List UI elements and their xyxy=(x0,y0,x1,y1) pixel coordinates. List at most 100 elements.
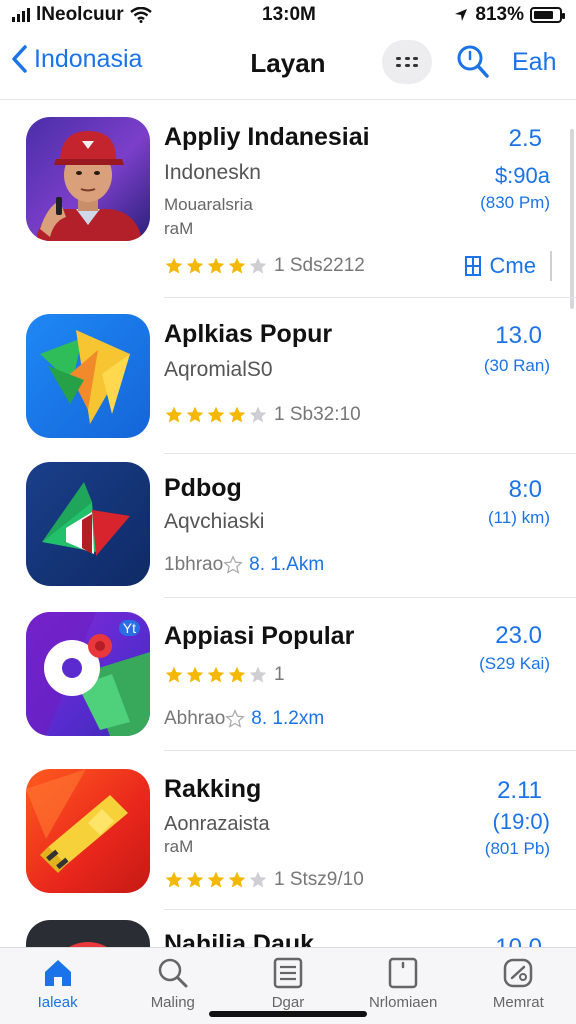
app-subtitle: Aqvchiaski xyxy=(164,510,265,533)
app-price: 8:0 xyxy=(508,476,542,503)
colorful-shape-icon xyxy=(26,314,150,438)
star-rating xyxy=(164,405,268,425)
list-icon xyxy=(273,957,303,989)
app-price: 13.0 xyxy=(495,322,542,349)
app-price-sub: (S29 Kai) xyxy=(479,654,550,673)
tool-icon xyxy=(26,769,150,893)
star-filled-icon xyxy=(186,871,204,888)
tab-label: Memrat xyxy=(492,994,544,1011)
battery-fill xyxy=(534,11,554,19)
star-filled-icon xyxy=(228,871,246,888)
star-filled-icon xyxy=(207,257,225,274)
app-price: 2.5 xyxy=(508,125,542,152)
star-filled-icon xyxy=(165,871,183,888)
get-button[interactable]: Cme xyxy=(464,251,552,281)
rating-count: 1 xyxy=(274,664,285,685)
tablet-icon xyxy=(388,957,418,989)
app-price: 10.0 xyxy=(495,934,542,947)
rating-count: 1 Stsz9/10 xyxy=(274,869,364,890)
star-rating xyxy=(164,870,268,890)
account-icon xyxy=(504,958,533,988)
star-filled-icon xyxy=(228,666,246,683)
search-icon xyxy=(457,45,489,78)
app-rating: 1bhrao 8. 1.Akm xyxy=(164,554,324,576)
star-outline-icon xyxy=(223,555,244,574)
clock: 13:0M xyxy=(262,4,316,25)
tab-account[interactable]: Memrat xyxy=(463,948,573,1024)
home-indicator[interactable] xyxy=(209,1011,367,1017)
app-distance-row: Abhrao 8. 1.2xm xyxy=(164,708,324,730)
search-button[interactable] xyxy=(456,44,490,85)
rating-count: 1 Sb32:10 xyxy=(274,404,361,425)
tab-label: Ialeak xyxy=(37,994,78,1011)
home-icon xyxy=(44,960,71,986)
rating-text: 1bhrao xyxy=(164,554,224,575)
star-filled-icon xyxy=(228,257,246,274)
app-developer: Mouaralsria xyxy=(164,195,253,214)
map-pin-icon: Yt xyxy=(26,612,150,736)
rating-text: Abhrao xyxy=(164,708,226,729)
app-price-sub2: (830 Pm) xyxy=(480,193,550,212)
wifi-icon xyxy=(129,7,152,23)
tab-label: Nrlomiaen xyxy=(368,994,438,1011)
star-filled-icon xyxy=(228,406,246,423)
app-name: Aplkias Popur xyxy=(164,320,333,348)
search-icon xyxy=(158,958,188,988)
more-button[interactable] xyxy=(382,40,432,84)
star-filled-icon xyxy=(186,257,204,274)
star-filled-icon xyxy=(186,666,204,683)
list-item[interactable]: Nahilja Dauk 10.0 xyxy=(0,910,576,947)
star-filled-icon xyxy=(207,871,225,888)
star-filled-icon xyxy=(186,406,204,423)
list-item[interactable]: Appliy Indanesiai Indoneskn Mouaralsria … xyxy=(0,101,576,298)
app-rating: 1 xyxy=(164,664,285,686)
app-rating: 1 Sb32:10 xyxy=(164,404,361,426)
app-price: 23.0 xyxy=(495,622,542,649)
app-name: Pdbog xyxy=(164,474,242,502)
app-subtitle: Aonrazaista xyxy=(164,813,270,835)
star-filled-icon xyxy=(207,406,225,423)
app-price-sub: (30 Ran) xyxy=(483,356,550,375)
star-empty-icon xyxy=(249,666,267,683)
rating-count: 1 Sds2212 xyxy=(274,255,365,276)
status-right: 813% xyxy=(453,4,565,26)
back-button[interactable]: Indonasia xyxy=(10,44,142,74)
app-rating: 1 Stsz9/10 xyxy=(164,869,364,891)
star-filled-icon xyxy=(207,666,225,683)
list-item[interactable]: Rakking Aonrazaista raM 1 Stsz9/10 2.11 … xyxy=(0,751,576,910)
star-rating xyxy=(164,665,268,685)
more-icon xyxy=(396,57,418,67)
flag-arrow-icon xyxy=(26,462,150,586)
list-item[interactable]: Pdbog Aqvchiaski 1bhrao 8. 1.Akm 8:0 (11… xyxy=(0,454,576,598)
star-filled-icon xyxy=(165,406,183,423)
app-price-sub: (11) km) xyxy=(487,508,550,527)
app-subtitle: AqromialS0 xyxy=(164,358,273,381)
edit-button[interactable]: Eah xyxy=(512,48,556,77)
get-button-label: Cme xyxy=(489,253,536,278)
tab-label: Maling xyxy=(150,994,195,1011)
distance: 8. 1.Akm xyxy=(249,554,325,575)
app-name: Rakking xyxy=(164,775,262,803)
nav-bar: Indonasia Layan Eah xyxy=(0,30,576,100)
status-bar: lNeolcuur 13:0M 813% xyxy=(0,0,576,30)
star-empty-icon xyxy=(249,871,267,888)
app-price-sub: (19:0) xyxy=(492,809,550,834)
app-name: Nahilja Dauk xyxy=(164,930,315,947)
tab-label: Dgar xyxy=(271,994,305,1011)
battery-percent: 813% xyxy=(475,4,524,25)
signal-icon xyxy=(12,8,30,22)
list-item[interactable]: Aplkias Popur AqromialS0 1 Sb32:10 13.0 … xyxy=(0,298,576,454)
app-price-sub2: (801 Pb) xyxy=(484,839,550,858)
person-cap-icon xyxy=(26,117,150,241)
app-price: 2.11 xyxy=(497,777,542,804)
battery-icon xyxy=(530,7,565,23)
tab-home[interactable]: Ialeak xyxy=(3,948,113,1024)
app-price-sub: $:90a xyxy=(494,163,550,188)
app-size: raM xyxy=(164,219,194,238)
app-rating: 1 Sds2212 xyxy=(164,255,365,277)
list-item[interactable]: Yt Appiasi Popular 1 Abhrao 8. 1.2xm 23.… xyxy=(0,598,576,751)
star-filled-icon xyxy=(165,666,183,683)
star-outline-icon xyxy=(225,709,246,728)
app-list: Appliy Indanesiai Indoneskn Mouaralsria … xyxy=(0,101,576,947)
star-empty-icon xyxy=(249,406,267,423)
